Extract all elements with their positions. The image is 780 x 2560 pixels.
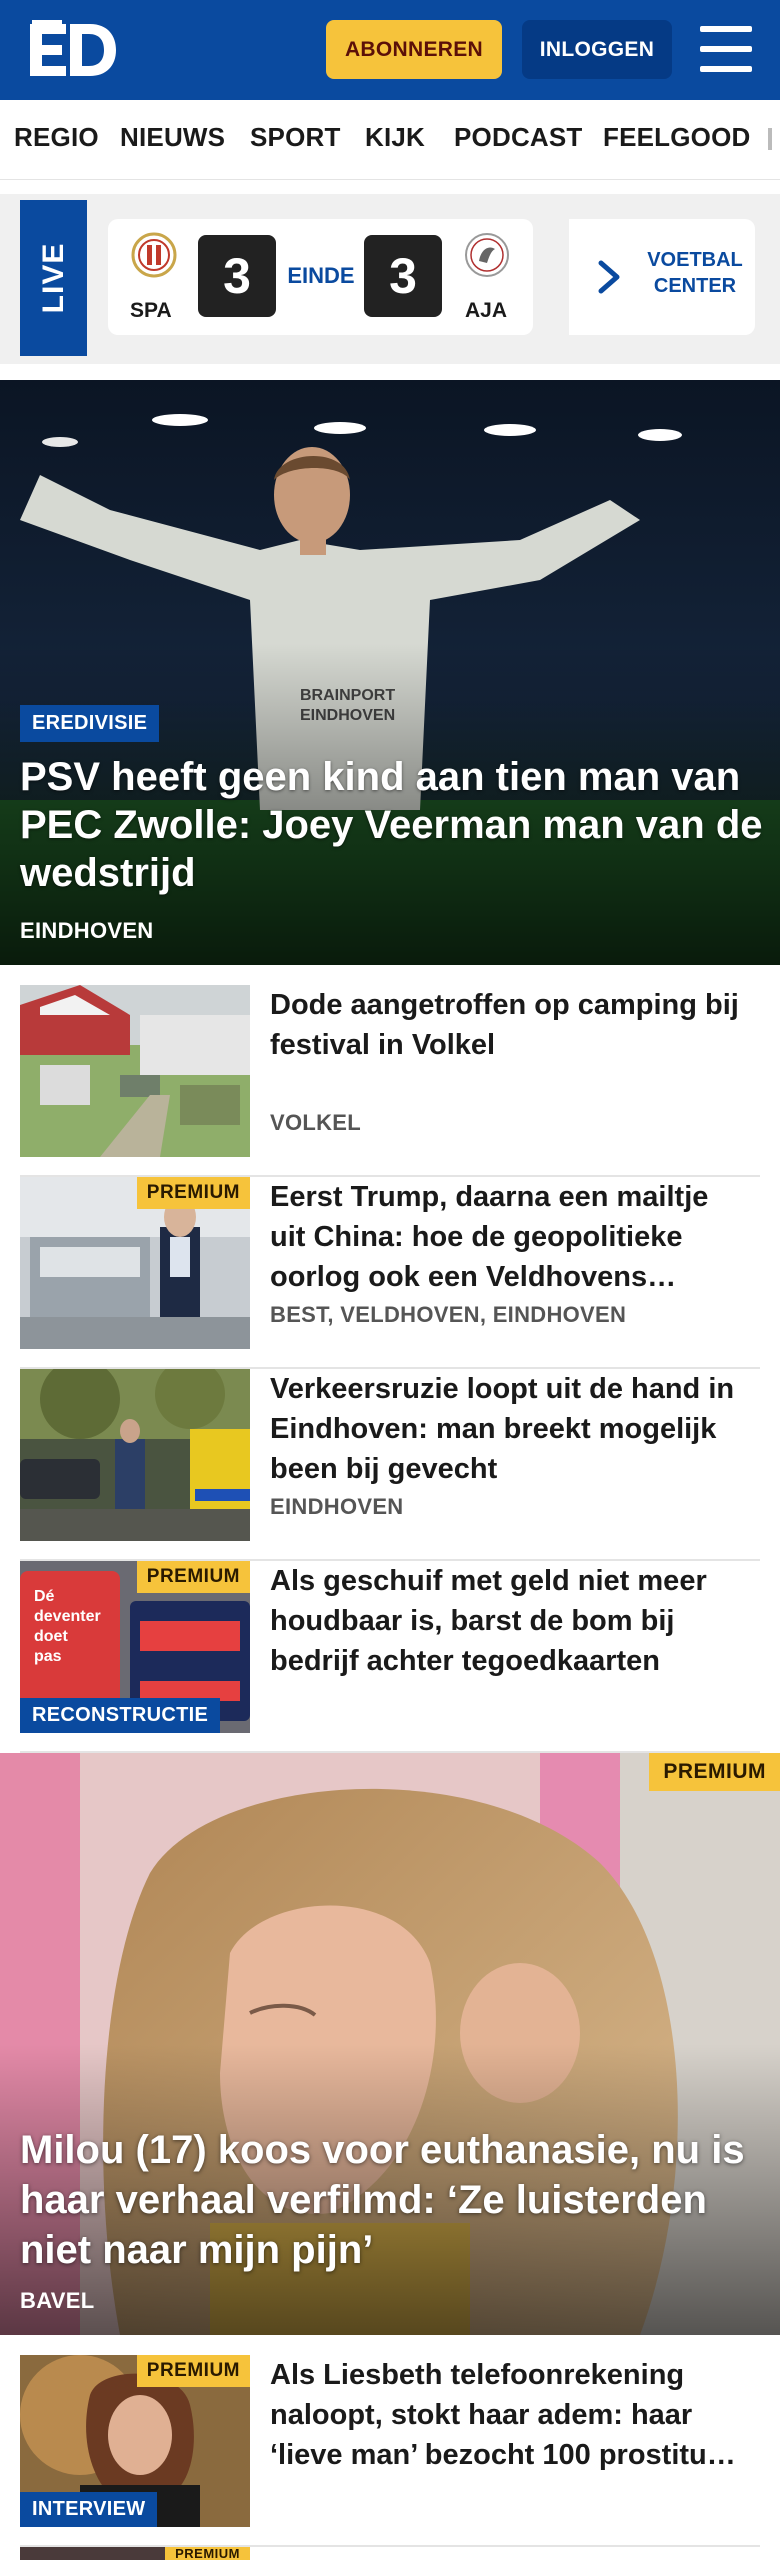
article-card[interactable]: Dé deventer doet pas PREMIUM RECONSTRUCT… [20,1561,760,1753]
nav-item-kijk[interactable]: KIJK [365,122,425,153]
article-headline[interactable]: Als geschuif met geld niet meer houdbaar… [270,1561,750,1681]
login-button[interactable]: INLOGGEN [522,20,672,79]
category-badge: INTERVIEW [20,2492,158,2527]
site-header: ABONNEREN INLOGGEN [0,0,780,100]
feature-headline[interactable]: Milou (17) koos voor euthanasie, nu is h… [20,2125,760,2275]
main-navigation: REGIO NIEUWS SPORT KIJK PODCAST FEELGOOD [0,100,780,180]
svg-text:doet: doet [34,1628,68,1645]
nav-item-feelgood[interactable]: FEELGOOD [603,122,751,153]
feature-location: BAVEL [20,2288,95,2313]
match-score-card[interactable]: SPA 3 EINDE 3 AJA [108,219,533,335]
nav-item-sport[interactable]: SPORT [250,122,341,153]
chevron-right-icon [598,260,620,294]
ed-logo[interactable] [26,20,118,80]
article-thumbnail [20,985,250,1157]
voetbal-center-label: VOETBAL CENTER [647,249,743,297]
premium-badge: PREMIUM [136,2355,250,2387]
nav-item-podcast[interactable]: PODCAST [454,122,583,153]
article-location: BEST, VELDHOVEN, EINDHOVEN [270,1302,627,1327]
article-card[interactable]: PREMIUM Eerst Trump, daarna een mailtje … [20,1177,760,1369]
article-location: VOLKEL [270,1110,362,1135]
svg-text:deventer: deventer [34,1608,101,1625]
article-card[interactable]: Dode aangetroffen op camping bij festiva… [20,985,760,1177]
premium-badge: PREMIUM [136,1177,250,1209]
article-location: EINDHOVEN [270,1494,404,1519]
hero-category-badge: EREDIVISIE [20,705,160,742]
article-thumbnail: Dé deventer doet pas PREMIUM RECONSTRUCT… [20,1561,250,1733]
hero-headline[interactable]: PSV heeft geen kind aan tien man van PEC… [20,753,765,897]
home-score: 3 [198,235,276,317]
premium-badge: PREMIUM [165,2547,250,2560]
article-card[interactable]: PREMIUM [20,2547,760,2560]
article-thumbnail [20,1369,250,1541]
nav-overflow-indicator [768,128,772,150]
ajax-crest-icon [465,233,509,277]
article-headline[interactable]: Dode aangetroffen op camping bij festiva… [270,985,750,1065]
hamburger-menu-icon[interactable] [700,26,752,72]
away-team-code: AJA [465,299,508,322]
svg-text:Dé: Dé [34,1588,55,1605]
article-card[interactable]: Verkeersruzie loopt uit de hand in Eindh… [20,1369,760,1561]
article-thumbnail: PREMIUM [20,1177,250,1349]
nav-item-regio[interactable]: REGIO [14,122,99,153]
svg-text:pas: pas [34,1648,62,1665]
home-team-code: SPA [130,299,172,322]
sparta-crest-icon [131,232,177,278]
voetbal-center-link[interactable]: VOETBAL CENTER [555,219,755,335]
article-card[interactable]: PREMIUM INTERVIEW Als Liesbeth telefoonr… [20,2355,760,2547]
nav-item-nieuws[interactable]: NIEUWS [120,122,225,153]
article-thumbnail: PREMIUM INTERVIEW [20,2355,250,2527]
article-thumbnail: PREMIUM [20,2547,250,2560]
live-scores-widget: LIVE SPA 3 EINDE 3 AJA VOETBAL CENTER [0,194,780,364]
category-badge: RECONSTRUCTIE [20,1698,221,1733]
premium-badge: PREMIUM [649,1753,780,1791]
article-headline[interactable]: Eerst Trump, daarna een mailtje uit Chin… [270,1177,750,1297]
live-label: LIVE [20,200,87,356]
feature-article[interactable]: PREMIUM Milou (17) koos voor euthanasie,… [0,1753,780,2335]
match-status: EINDE [287,263,355,288]
article-headline[interactable]: Als Liesbeth telefoonrekening naloopt, s… [270,2355,750,2475]
subscribe-button[interactable]: ABONNEREN [326,20,502,79]
away-score: 3 [364,235,442,317]
article-headline[interactable]: Verkeersruzie loopt uit de hand in Eindh… [270,1369,750,1489]
hero-article[interactable]: BRAINPORT EINDHOVEN EREDIVISIE PSV heeft… [0,380,780,965]
premium-badge: PREMIUM [136,1561,250,1593]
hero-location: EINDHOVEN [20,918,154,943]
